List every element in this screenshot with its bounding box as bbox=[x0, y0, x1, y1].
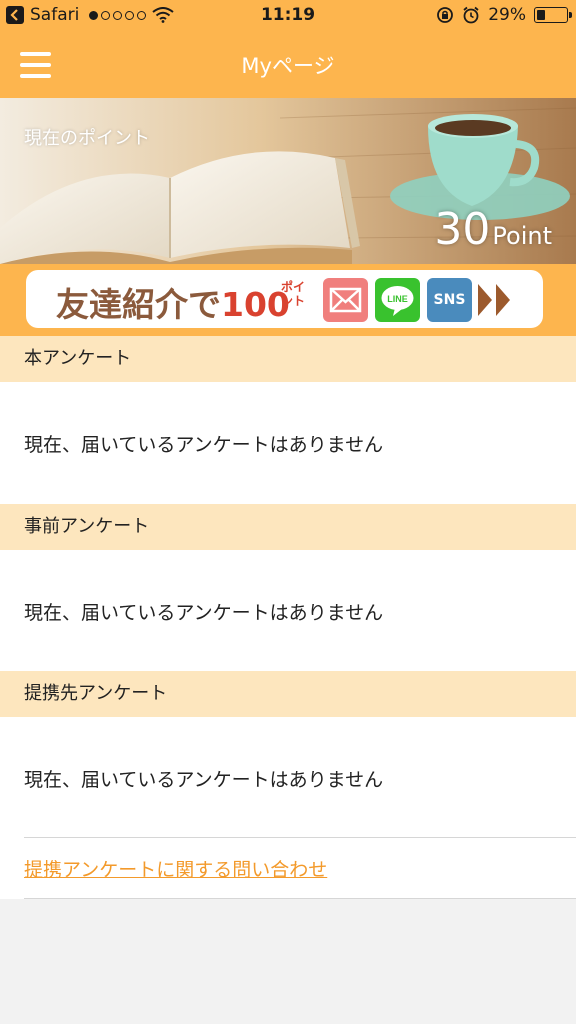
footer-background bbox=[0, 899, 576, 1024]
points-hero: 現在のポイント 30Point bbox=[0, 98, 576, 264]
current-points-label: 現在のポイント bbox=[24, 128, 150, 149]
empty-message: 現在、届いているアンケートはありません bbox=[24, 434, 384, 456]
contact-link-row: 提携アンケートに関する問い合わせ bbox=[0, 837, 576, 899]
referral-amount: 100 bbox=[221, 285, 290, 324]
app-screen: Safari 11:19 29% Myページ 現在のポイント 30Point 友… bbox=[0, 0, 576, 1024]
partner-survey-contact-link[interactable]: 提携アンケートに関する問い合わせ bbox=[24, 855, 327, 882]
referral-text: 友達紹介で bbox=[56, 285, 221, 324]
page-title: Myページ bbox=[241, 54, 335, 78]
alarm-icon bbox=[463, 6, 479, 24]
points-value: 30 bbox=[434, 204, 491, 255]
line-icon: LINE bbox=[375, 278, 420, 322]
empty-message: 現在、届いているアンケートはありません bbox=[24, 769, 384, 791]
sns-icon: SNS bbox=[427, 278, 472, 322]
arrow-right-icon bbox=[496, 284, 510, 316]
battery-fill bbox=[537, 10, 545, 20]
battery-percent: 29% bbox=[488, 5, 526, 25]
divider bbox=[24, 837, 576, 838]
section-header-pre-survey: 事前アンケート bbox=[0, 504, 576, 550]
nav-bar: Myページ bbox=[0, 32, 576, 98]
battery-icon bbox=[534, 7, 572, 23]
section-body-pre-survey: 現在、届いているアンケートはありません bbox=[0, 550, 576, 671]
points-display: 30Point bbox=[434, 204, 552, 255]
status-right: 29% bbox=[436, 5, 572, 25]
section-body-partner-survey: 現在、届いているアンケートはありません bbox=[0, 717, 576, 837]
arrow-right-icon bbox=[478, 284, 492, 316]
empty-message: 現在、届いているアンケートはありません bbox=[24, 602, 384, 624]
referral-banner[interactable]: 友達紹介で100 ポイント LINE SNS bbox=[26, 270, 543, 328]
svg-text:LINE: LINE bbox=[387, 294, 408, 304]
referral-banner-strip: 友達紹介で100 ポイント LINE SNS bbox=[0, 264, 576, 336]
referral-banner-text: 友達紹介で100 bbox=[56, 278, 290, 326]
section-body-main-survey: 現在、届いているアンケートはありません bbox=[0, 382, 576, 504]
section-header-partner-survey: 提携先アンケート bbox=[0, 671, 576, 717]
status-bar: Safari 11:19 29% bbox=[0, 0, 576, 32]
referral-points-small: ポイント bbox=[281, 280, 306, 308]
rotation-lock-icon bbox=[437, 7, 454, 23]
points-unit: Point bbox=[492, 222, 552, 250]
mail-icon bbox=[323, 278, 368, 322]
section-header-main-survey: 本アンケート bbox=[0, 336, 576, 382]
